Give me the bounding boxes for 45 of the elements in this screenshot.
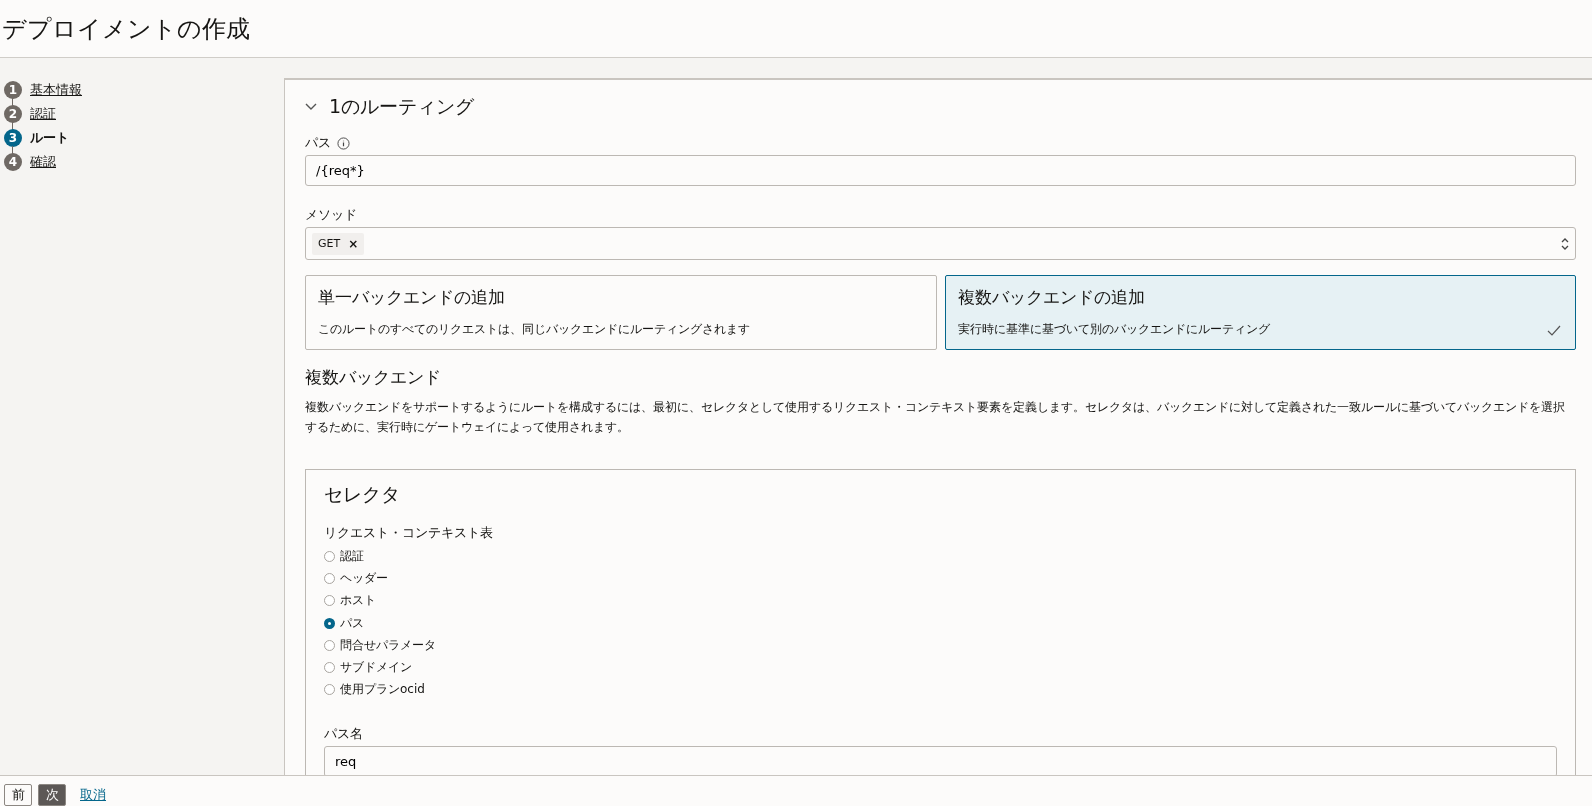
step-number: 1 [4,81,22,99]
method-select[interactable]: GET × [305,227,1576,260]
radio-button[interactable] [324,662,335,674]
section-description: 複数バックエンドをサポートするようにルートを構成するには、最初に、セレクタとして使用するリクエスト・コンテキスト要素を定義します。セレクタは、バックエンドに対して定義された一致ルールに基づいてバックエンドを選択するために、実行時にゲートウェイによって使用されます。 [305,399,1566,436]
section-heading: 複数バックエンド [305,366,442,389]
step-number: 3 [4,129,22,147]
step-link[interactable]: ルート [30,129,69,147]
path-name-input[interactable]: req [324,746,1557,775]
backend-option-card[interactable]: 複数バックエンドの追加 実行時に基準に基づいて別のバックエンドにルーティング [944,275,1576,350]
page-title: デプロイメントの作成 [2,13,250,45]
accordion-header[interactable]: 1のルーティング [305,94,475,120]
radio-option[interactable]: 認証 [324,545,1557,568]
radio-option[interactable]: ヘッダー [324,567,1557,590]
step-link[interactable]: 確認 [30,153,56,171]
radio-button[interactable] [324,572,335,584]
check-icon [1547,325,1561,337]
radio-button[interactable] [324,595,335,607]
backend-option-card[interactable]: 単一バックエンドの追加 このルートのすべてのリクエストは、同じバックエンドにルーティングされます [305,275,937,350]
next-button[interactable]: 次 [38,784,66,806]
radio-button[interactable] [324,550,335,562]
selector-heading: セレクタ [324,482,401,507]
path-input[interactable]: /{req*} [305,155,1576,186]
radio-button[interactable] [324,617,335,629]
sort-icon [1561,236,1569,251]
step-number: 4 [4,153,22,171]
remove-chip-button[interactable]: × [348,236,359,251]
field-label: パス [305,134,331,152]
chevron-icon [305,103,317,111]
info-icon [337,136,350,150]
radio-option[interactable]: サブドメイン [324,656,1557,679]
step-link[interactable]: 基本情報 [30,81,82,99]
radio-option[interactable]: ホスト [324,589,1557,612]
method-chip: GET × [312,232,365,255]
field-label: パス名 [324,725,363,744]
radio-button[interactable] [324,639,335,651]
field-label: メソッド [305,206,357,224]
radio-option[interactable]: 使用プランocid [324,678,1557,702]
radio-option[interactable]: 問合せパラメータ [324,634,1557,657]
step-link[interactable]: 認証 [30,105,56,123]
field-label: リクエスト・コンテキスト表 [324,524,493,542]
step-number: 2 [4,105,22,123]
previous-button[interactable]: 前 [4,784,32,806]
radio-button[interactable] [324,684,335,696]
cancel-link[interactable]: 取消 [80,784,106,806]
radio-option[interactable]: パス [324,611,1557,635]
